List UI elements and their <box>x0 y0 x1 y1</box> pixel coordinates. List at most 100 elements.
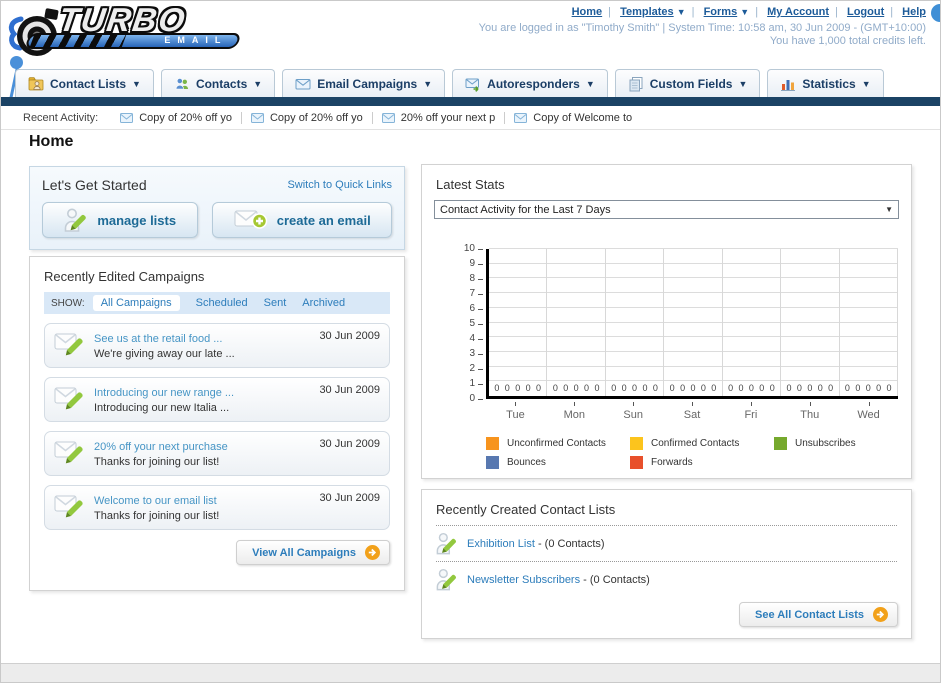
latest-stats-panel: Latest Stats Contact Activity for the La… <box>421 164 912 479</box>
campaign-row[interactable]: 20% off your next purchase Thanks for joi… <box>44 431 390 476</box>
campaign-subtitle: Introducing our new Italia ... <box>94 402 230 414</box>
status-line-1: You are logged in as "Timothy Smith" | S… <box>478 22 926 34</box>
filter-all-campaigns[interactable]: All Campaigns <box>92 295 180 311</box>
campaign-subtitle: Thanks for joining our list! <box>94 456 220 468</box>
view-all-campaigns-label: View All Campaigns <box>252 546 356 559</box>
nav-link-home[interactable]: Home <box>572 6 603 18</box>
filter-archived[interactable]: Archived <box>302 297 345 309</box>
create-email-button[interactable]: create an email <box>212 202 392 238</box>
footer-bar <box>1 663 940 682</box>
tab-autoresponders[interactable]: Autoresponders ▼ <box>452 69 608 97</box>
nav-link-templates[interactable]: Templates <box>620 6 674 18</box>
chart-day-group: 00000 <box>780 249 838 396</box>
logo-email-bar: EMAIL <box>24 33 242 49</box>
app-window: TURBO EMAIL Home | Templates ▼ | Forms ▼ | … <box>0 0 941 683</box>
y-axis-tick-label: 10 <box>464 243 483 255</box>
bar-value-label: 0 <box>759 383 765 393</box>
y-axis-tick-label: 7 <box>469 288 483 300</box>
envelope-icon <box>514 112 528 123</box>
campaign-subtitle: Thanks for joining our list! <box>94 510 220 522</box>
campaign-title-link[interactable]: Welcome to our email list <box>94 495 217 507</box>
recent-activity-item[interactable]: Copy of 20% off yo <box>120 112 232 124</box>
recent-campaigns-panel: Recently Edited Campaigns SHOW: All Camp… <box>29 256 405 591</box>
chart-day-group: 00000 <box>489 249 546 396</box>
x-axis-tick-label: Tue <box>486 402 545 421</box>
bar-value-label: 0 <box>855 383 861 393</box>
status-line-2: You have 1,000 total credits left. <box>769 35 926 47</box>
campaign-row[interactable]: Introducing our new range ... Introducing… <box>44 377 390 422</box>
legend-swatch <box>774 437 787 450</box>
left-column: Home Let's Get Started Switch to Quick L… <box>29 133 405 591</box>
chevron-down-icon: ▼ <box>676 7 686 17</box>
navy-divider-bar <box>1 97 940 106</box>
campaign-row[interactable]: See us at the retail food ... We're givin… <box>44 323 390 368</box>
stats-select-value: Contact Activity for the Last 7 Days <box>440 203 611 216</box>
envelope-pencil-icon <box>54 495 83 518</box>
campaign-title-link[interactable]: Introducing our new range ... <box>94 387 234 399</box>
see-all-contact-lists-button[interactable]: See All Contact Lists <box>738 602 898 627</box>
bar-value-label: 0 <box>494 383 500 393</box>
tab-statistics[interactable]: Statistics ▼ <box>767 69 884 97</box>
nav-link-logout[interactable]: Logout <box>847 6 884 18</box>
person-pencil-icon <box>436 568 457 591</box>
legend-swatch <box>486 456 499 469</box>
y-axis-tick-label: 3 <box>469 348 483 360</box>
x-axis-tick-label: Thu <box>780 402 839 421</box>
x-axis-tick-label: Sat <box>663 402 722 421</box>
bar-value-label: 0 <box>728 383 734 393</box>
campaign-date: 30 Jun 2009 <box>319 438 380 450</box>
campaign-title-link[interactable]: 20% off your next purchase <box>94 441 228 453</box>
tab-custom-fields[interactable]: Custom Fields ▼ <box>614 69 761 97</box>
chart-day-group: 00000 <box>838 249 898 396</box>
campaign-date: 30 Jun 2009 <box>319 384 380 396</box>
contacts-people-icon <box>175 77 189 89</box>
bar-value-label: 0 <box>611 383 617 393</box>
campaign-title-link[interactable]: See us at the retail food ... <box>94 333 222 345</box>
recent-activity-item[interactable]: Copy of 20% off yo <box>250 112 363 124</box>
campaign-date: 30 Jun 2009 <box>319 330 380 342</box>
tab-contacts[interactable]: Contacts ▼ <box>160 69 276 97</box>
chevron-down-icon: ▼ <box>738 78 748 89</box>
bar-value-label: 0 <box>680 383 686 393</box>
recent-activity-item[interactable]: Copy of Welcome to <box>514 112 632 124</box>
top-navigation: Home | Templates ▼ | Forms ▼ | My Account | … <box>572 6 926 18</box>
envelope-pencil-icon <box>54 333 83 356</box>
y-axis-tick-label: 1 <box>469 378 483 390</box>
show-label: SHOW: <box>51 297 85 309</box>
contact-list-link[interactable]: Newsletter Subscribers <box>467 574 580 586</box>
x-axis-tick-label: Wed <box>839 402 898 421</box>
filter-sent[interactable]: Sent <box>264 297 287 309</box>
bar-value-label: 0 <box>786 383 792 393</box>
campaign-list: See us at the retail food ... We're givin… <box>44 323 390 530</box>
tab-label: Contact Lists <box>50 76 127 91</box>
bar-value-label: 0 <box>738 383 744 393</box>
contact-list-row[interactable]: Newsletter Subscribers - (0 Contacts) <box>436 562 897 597</box>
nav-link-my-account[interactable]: My Account <box>767 6 829 18</box>
tab-contact-lists[interactable]: Contact Lists ▼ <box>15 69 154 97</box>
filter-scheduled[interactable]: Scheduled <box>196 297 248 309</box>
campaign-row[interactable]: Welcome to our email list Thanks for join… <box>44 485 390 530</box>
recent-activity-item[interactable]: 20% off your next p <box>381 112 495 124</box>
nav-link-help[interactable]: Help <box>902 6 926 18</box>
recent-activity-bar: Recent Activity: Copy of 20% off yo Copy… <box>1 106 940 130</box>
switch-quick-links[interactable]: Switch to Quick Links <box>287 179 392 191</box>
contact-list-row[interactable]: Exhibition List - (0 Contacts) <box>436 526 897 561</box>
nav-link-forms[interactable]: Forms <box>704 6 738 18</box>
envelope-icon <box>120 112 134 123</box>
manage-lists-button[interactable]: manage lists <box>42 202 199 238</box>
stats-title: Latest Stats <box>436 177 505 192</box>
bar-chart-icon <box>781 79 796 91</box>
logo-text: TURBO EMAIL <box>24 1 242 49</box>
chevron-down-icon: ▼ <box>585 78 595 89</box>
stats-period-select[interactable]: Contact Activity for the Last 7 Days ▼ <box>434 200 899 219</box>
manage-lists-label: manage lists <box>97 212 177 228</box>
contact-list-count: - (0 Contacts) <box>583 573 650 586</box>
y-axis-tick-label: 9 <box>469 258 483 270</box>
chevron-down-icon: ▼ <box>885 205 893 214</box>
chart-day-group: 00000 <box>546 249 604 396</box>
chart-day-group: 00000 <box>721 249 780 396</box>
tab-email-campaigns[interactable]: Email Campaigns ▼ <box>282 69 446 97</box>
contact-list-link[interactable]: Exhibition List <box>467 538 535 550</box>
y-axis-tick-label: 5 <box>469 318 483 330</box>
view-all-campaigns-button[interactable]: View All Campaigns <box>236 540 390 565</box>
